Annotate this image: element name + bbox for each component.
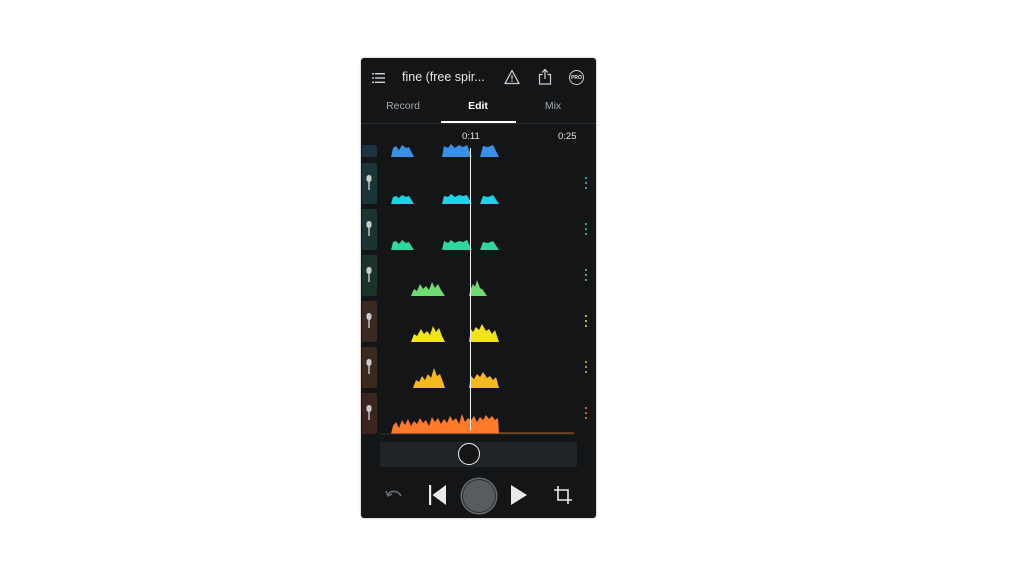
warning-icon[interactable] [504,69,520,85]
menu-icon[interactable] [372,71,386,85]
pro-badge[interactable]: PRO [569,70,584,85]
waveform-track-6 [413,368,499,388]
scrub-knob[interactable] [458,443,480,465]
project-title[interactable]: fine (free spir... [402,70,485,84]
track-menu-7[interactable] [584,407,588,421]
tab-edit[interactable]: Edit [441,100,515,112]
track-menu-2[interactable] [584,177,588,191]
waveforms [380,144,574,435]
skip-back-icon[interactable] [428,484,447,506]
waveform-track-2 [391,194,499,204]
crop-icon[interactable] [553,485,573,505]
transport-bar [361,476,596,516]
waveform-track-7 [391,414,574,434]
tab-mix[interactable]: Mix [516,100,590,112]
track-menu-4[interactable] [584,269,588,283]
play-icon[interactable] [510,484,528,506]
waveform-track-3 [391,240,499,250]
record-button[interactable] [462,479,496,513]
waveform-track-4 [411,280,487,296]
waveform-track-1 [391,144,499,157]
tab-record[interactable]: Record [366,100,440,112]
waveform-track-5 [411,324,499,342]
share-icon[interactable] [538,68,552,85]
track-menu-6[interactable] [584,361,588,375]
track-menu-5[interactable] [584,315,588,329]
active-tab-indicator [441,121,516,123]
top-bar: fine (free spir... PRO [361,58,596,98]
undo-icon[interactable] [384,486,404,504]
edit-timeline[interactable]: 0:11 0:25 [361,124,596,436]
playhead-line[interactable] [469,148,471,430]
app-window: fine (free spir... PRO Record Edit Mix 0… [361,58,596,518]
tab-bar: Record Edit Mix [361,98,596,124]
track-menu-3[interactable] [584,223,588,237]
